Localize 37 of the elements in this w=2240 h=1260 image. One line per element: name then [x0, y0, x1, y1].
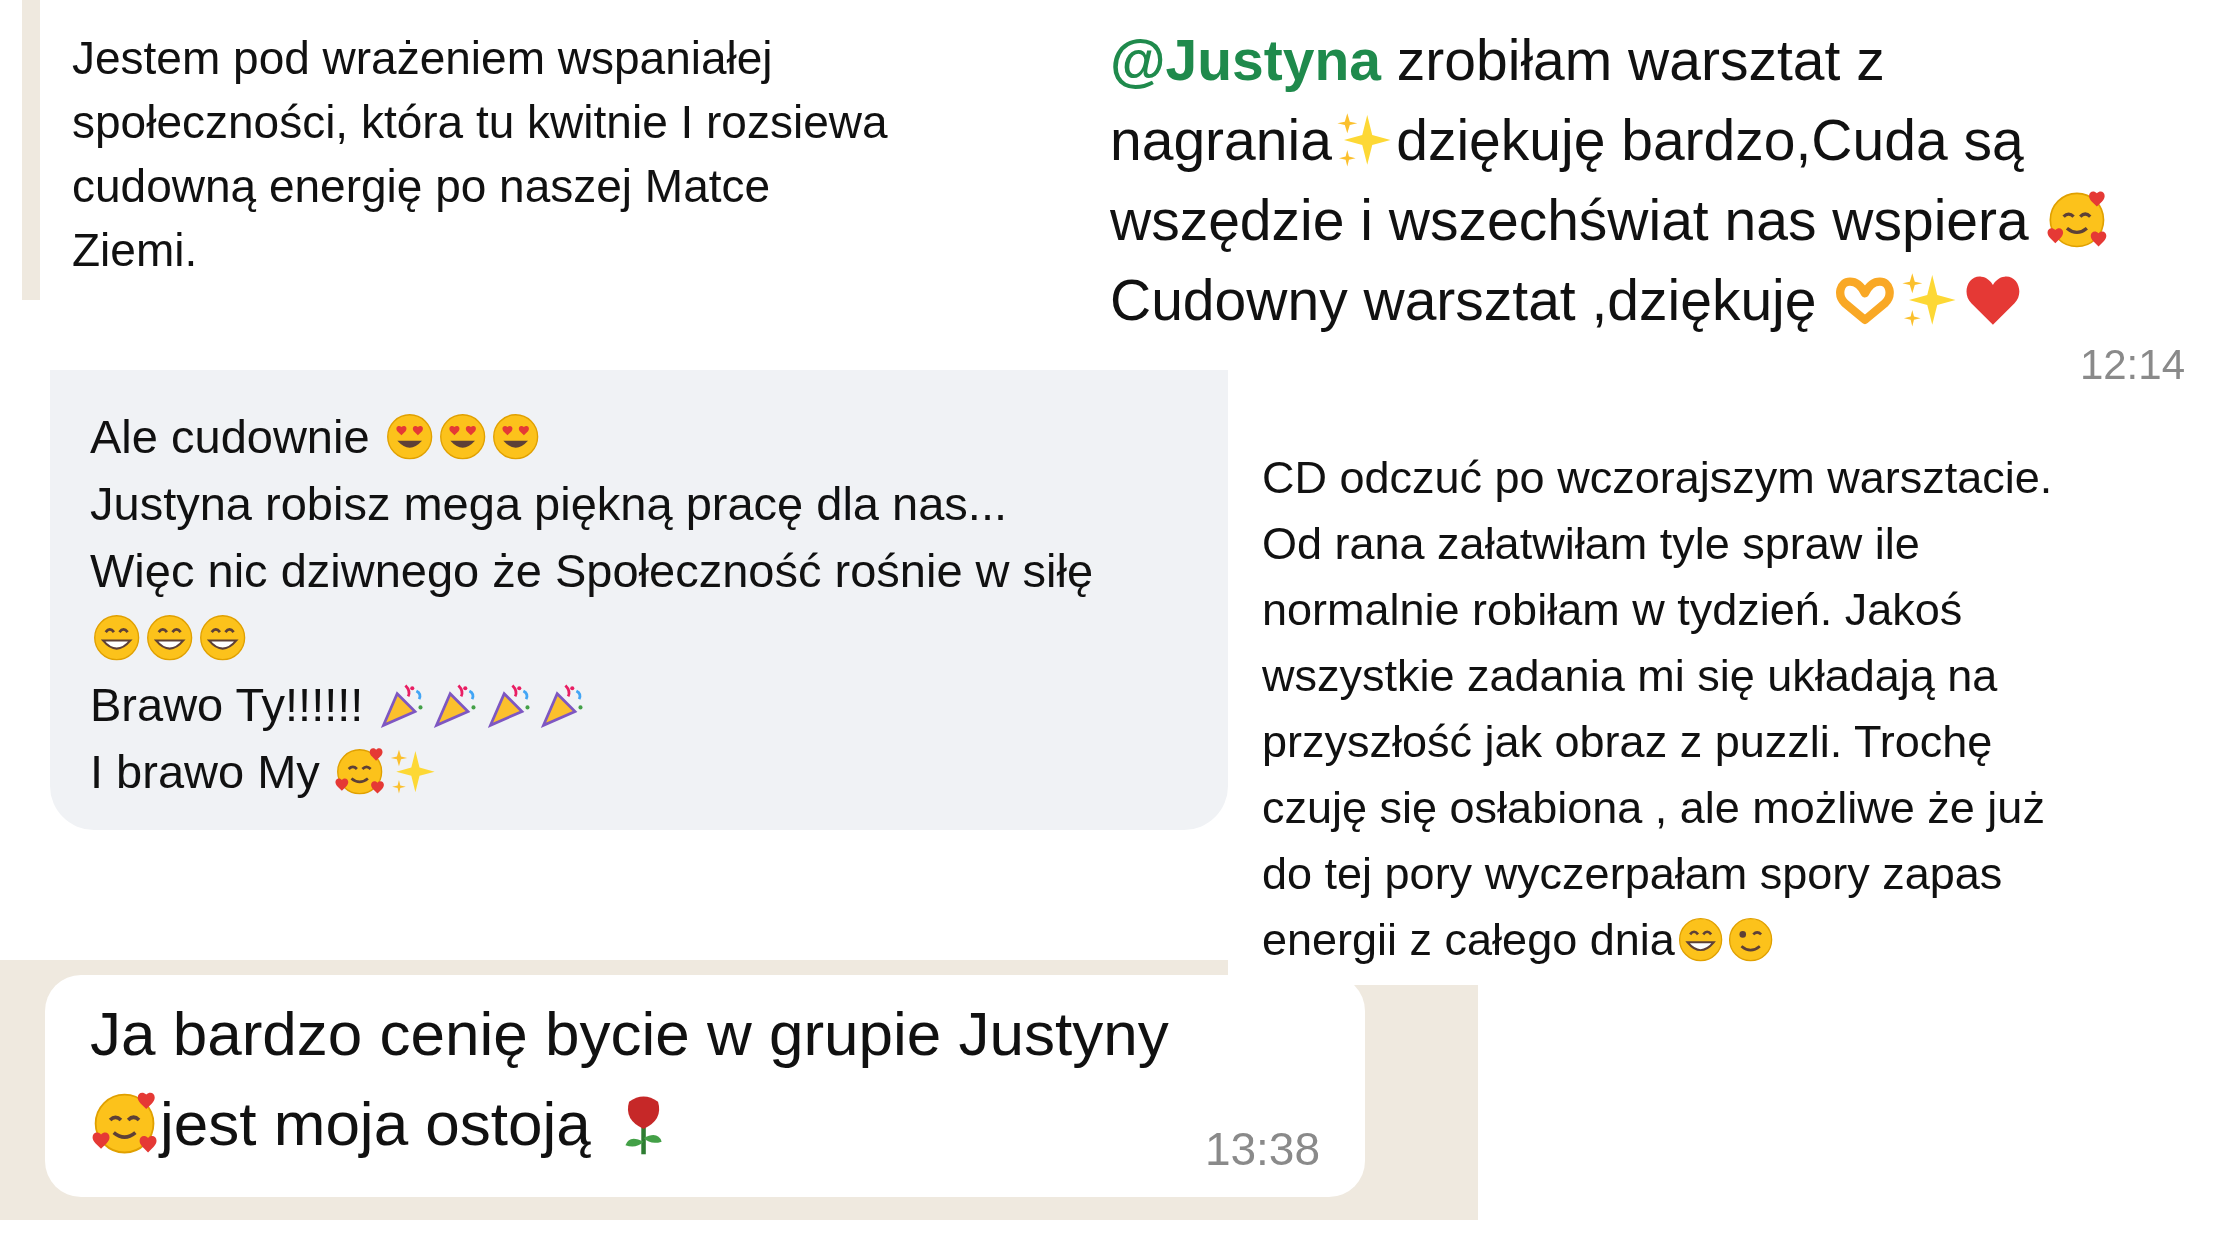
message-text: Więc nic dziwnego że Społeczność rośnie w siłę: [90, 543, 1094, 599]
heart-eyes-face-icon: [437, 411, 487, 462]
grinning-face-icon: [144, 612, 195, 663]
message-text: normalnie robiłam w tydzień. Jakoś: [1262, 583, 1963, 637]
message-text: Ja bardzo cenię bycie w grupie Justyny: [90, 998, 1169, 1070]
mention-link[interactable]: @Justyna: [1110, 20, 1381, 100]
message-time: 12:14: [2079, 340, 2185, 390]
smiling-face-with-hearts-icon: [2046, 190, 2107, 250]
message-text: wszędzie i wszechświat nas wspiera: [1110, 187, 2030, 254]
heart-eyes-face-icon: [490, 411, 541, 462]
grinning-face-icon: [91, 612, 142, 663]
message-text: energii z całego dnia: [1262, 913, 1675, 967]
message-text: przyszłość jak obraz z puzzli. Trochę: [1262, 715, 1993, 769]
message-text: Brawo Ty!!!!!!: [90, 677, 365, 733]
message-text: Justyna robisz mega piękną pracę dla nas...: [90, 476, 1007, 532]
message-text: nagrania: [1110, 107, 1332, 174]
message-text: Od rana załatwiłam tyle spraw ile: [1262, 517, 1920, 571]
winking-face-icon: [1727, 916, 1775, 964]
grinning-face-icon: [1676, 916, 1724, 964]
message-text: I brawo My: [90, 744, 321, 800]
message-text: jest moja ostoją: [160, 1088, 592, 1160]
message-text: czuję się osłabiona , ale możliwe że już: [1262, 781, 2045, 835]
message-text: społeczności, która tu kwitnie I rozsiewa: [72, 95, 888, 150]
message-time: 13:38: [1204, 1122, 1320, 1177]
message-text: do tej pory wyczerpałam spory zapas: [1262, 847, 2003, 901]
message-text: dziękuję bardzo,Cuda są: [1396, 107, 2024, 174]
message-text: CD odczuć po wczorajszym warsztacie.: [1262, 451, 2053, 505]
message-text: Ziemi.: [72, 223, 198, 278]
message-text: cudowną energię po naszej Matce: [72, 159, 771, 214]
grinning-face-icon: [198, 612, 248, 663]
heart-eyes-face-icon: [384, 411, 434, 462]
message-text: Jestem pod wrażeniem wspaniałej: [72, 31, 773, 86]
smiling-face-with-hearts-icon: [334, 746, 385, 797]
message-text: zrobiłam warsztat z: [1395, 27, 1885, 94]
message-text: Ale cudownie: [90, 409, 371, 465]
message-text: Cudowny warsztat ,dziękuję: [1110, 267, 1818, 334]
message-text: wszystkie zadania mi się układają na: [1262, 649, 1998, 703]
